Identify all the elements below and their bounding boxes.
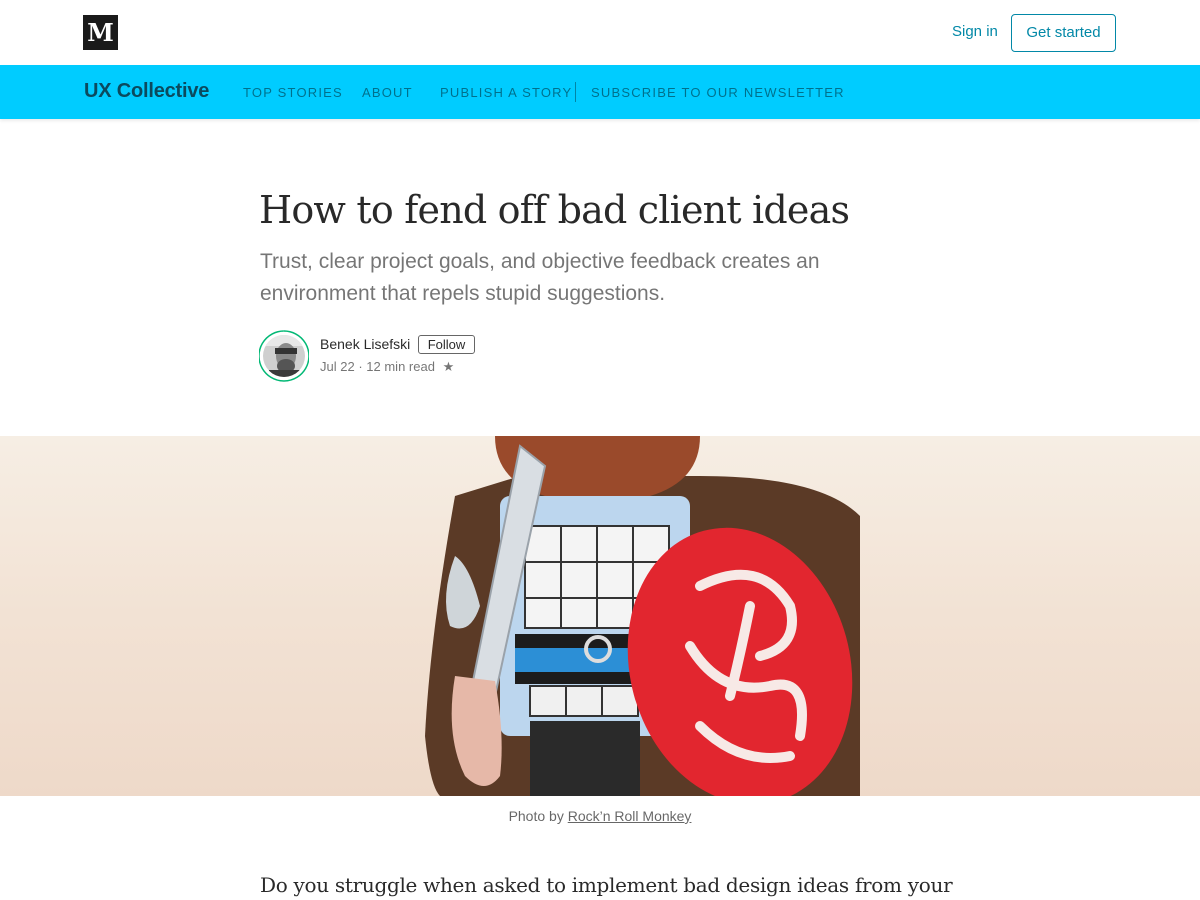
nav-divider [575, 82, 576, 102]
author-name[interactable]: Benek Lisefski [320, 336, 410, 352]
article-subtitle: Trust, clear project goals, and objectiv… [260, 250, 820, 305]
knight-figure-photo [0, 436, 1200, 796]
hero-image [0, 436, 1200, 796]
article-meta: Jul 22 · 12 min read ★ [320, 359, 454, 375]
nav-publish-a-story[interactable]: PUBLISH A STORY [440, 85, 572, 100]
article-body-first-line: Do you struggle when asked to implement … [260, 873, 953, 897]
author-avatar[interactable] [258, 328, 310, 384]
bookmark-star-icon[interactable]: ★ [443, 359, 455, 374]
medium-logo[interactable]: M [83, 15, 118, 50]
nav-top-stories[interactable]: TOP STORIES [243, 85, 343, 100]
photo-credit-link[interactable]: Rock’n Roll Monkey [568, 808, 692, 824]
publication-nav: UX Collective TOP STORIES ABOUT PUBLISH … [0, 65, 1200, 119]
image-caption: Photo by Rock’n Roll Monkey [0, 808, 1200, 824]
sign-in-link[interactable]: Sign in [952, 23, 998, 40]
caption-prefix: Photo by [508, 808, 568, 824]
read-time: 12 min read [366, 359, 435, 374]
top-bar: M Sign in Get started [0, 0, 1200, 65]
nav-subscribe-newsletter[interactable]: SUBSCRIBE TO OUR NEWSLETTER [591, 85, 845, 100]
get-started-button[interactable]: Get started [1011, 14, 1116, 52]
nav-about[interactable]: ABOUT [362, 85, 413, 100]
publication-name[interactable]: UX Collective [84, 80, 209, 103]
article-date: Jul 22 [320, 359, 355, 374]
author-avatar-icon [258, 330, 310, 382]
follow-button[interactable]: Follow [418, 335, 475, 354]
article-title: How to fend off bad client ideas [259, 188, 850, 232]
